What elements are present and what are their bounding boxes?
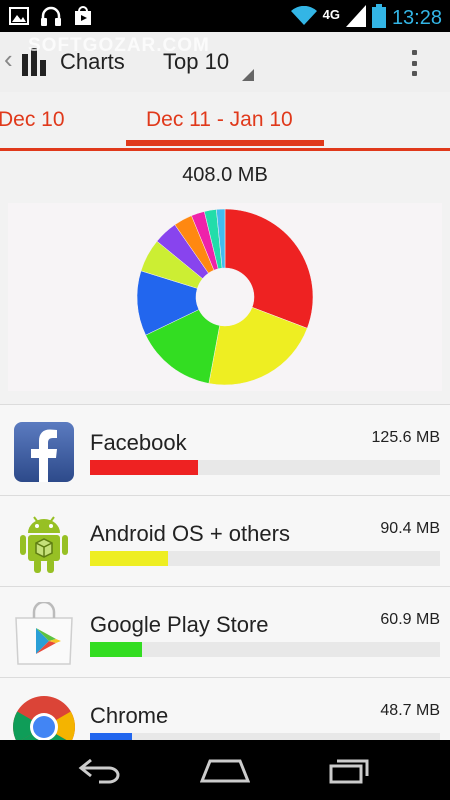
app-size: 90.4 MB (380, 520, 440, 537)
usage-chart-panel (8, 203, 442, 391)
wifi-icon (290, 5, 317, 31)
network-type: 4G (322, 7, 340, 22)
android-icon (12, 511, 76, 575)
period-tabs: Dec 10 Dec 11 - Jan 10 (0, 92, 450, 151)
app-name: Google Play Store (90, 612, 269, 637)
list-item[interactable]: Android OS + others 90.4 MB (0, 495, 450, 587)
action-bar: ‹ SOFTGOZAR.COM Charts Top 10 (0, 32, 450, 93)
up-caret-icon[interactable]: ‹ (4, 44, 13, 75)
status-bar: 4G 13:28 (0, 0, 450, 32)
clock: 13:28 (391, 7, 442, 29)
list-item[interactable]: Google Play Store 60.9 MB (0, 586, 450, 678)
headphones-icon (40, 5, 62, 27)
signal-icon (345, 5, 366, 32)
usage-bar-track (90, 460, 440, 475)
tab-previous-period[interactable]: Dec 10 (0, 108, 65, 132)
usage-donut-chart[interactable] (8, 203, 442, 391)
gallery-icon (8, 5, 30, 27)
usage-bar-fill (90, 551, 168, 566)
app-name: Facebook (90, 430, 187, 455)
app-name: Android OS + others (90, 521, 290, 546)
battery-icon (371, 4, 386, 33)
play-store-notification-icon (72, 5, 94, 27)
navigation-bar (0, 740, 450, 800)
usage-bar-track (90, 642, 440, 657)
facebook-icon (12, 420, 76, 484)
usage-bar-fill (90, 642, 142, 657)
usage-bar-fill (90, 460, 198, 475)
usage-bar-track (90, 551, 440, 566)
total-usage: 408.0 MB (182, 164, 268, 186)
app-name: Chrome (90, 703, 169, 728)
home-icon[interactable] (195, 754, 255, 786)
overflow-menu-icon[interactable] (404, 48, 424, 78)
tab-current-period[interactable]: Dec 11 - Jan 10 (146, 108, 293, 132)
app-size: 125.6 MB (371, 429, 440, 446)
play-store-icon (12, 600, 76, 666)
app-size: 48.7 MB (380, 702, 440, 719)
app-size: 60.9 MB (380, 611, 440, 628)
recents-icon[interactable] (320, 754, 380, 786)
spinner-arrow-icon[interactable] (242, 69, 254, 81)
list-item[interactable]: Facebook 125.6 MB (0, 404, 450, 496)
back-icon[interactable] (70, 754, 130, 786)
page-title: Charts (60, 49, 125, 74)
donut-slice-1[interactable] (224, 208, 314, 329)
top10-spinner[interactable]: Top 10 (163, 49, 229, 75)
tab-indicator (126, 140, 324, 146)
